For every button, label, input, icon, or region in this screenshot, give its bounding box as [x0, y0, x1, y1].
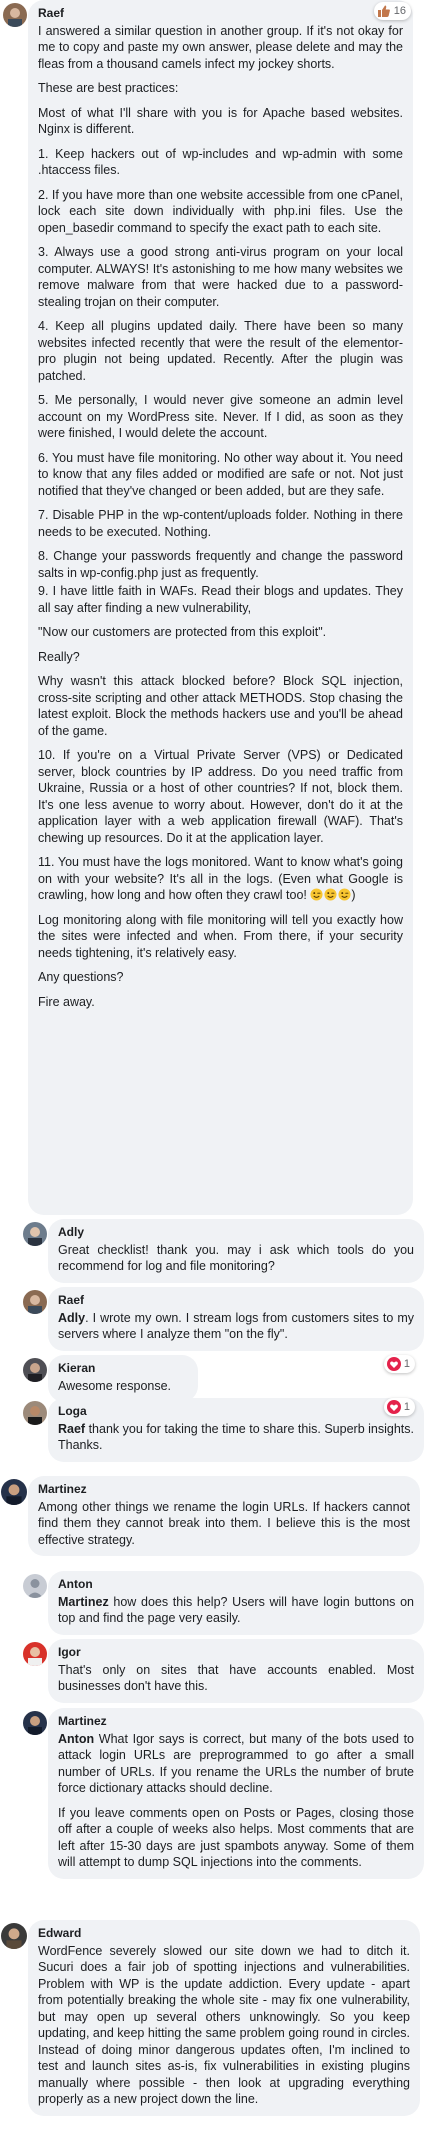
love-reaction-badge[interactable]: 1	[383, 1355, 415, 1373]
avatar[interactable]	[23, 1711, 47, 1735]
comment-paragraph: 5. Me personally, I would never give som…	[38, 393, 403, 441]
mention-link[interactable]: Raef	[58, 1422, 85, 1436]
comment-paragraph: "Now our customers are protected from th…	[38, 625, 327, 640]
comment-body: Adly. I wrote my own. I stream logs from…	[58, 1310, 414, 1343]
comment-author[interactable]: Edward	[38, 1926, 410, 1942]
comment-paragraph: Most of what I'll share with you is for …	[38, 105, 403, 137]
comment-author[interactable]: Martinez	[38, 1482, 410, 1498]
comment-bubble: Loga Raef thank you for taking the time …	[48, 1398, 424, 1462]
avatar[interactable]	[1, 1479, 27, 1505]
comment-paragraph: Really?	[38, 649, 80, 664]
comment-paragraph: Log monitoring along with file monitorin…	[38, 912, 403, 960]
mention-link[interactable]: Martinez	[58, 1595, 109, 1609]
avatar[interactable]	[23, 1401, 47, 1425]
wink-emoji-icon	[324, 888, 337, 901]
comment-paragraph-11: 11. You must have the logs monitored. Wa…	[38, 855, 403, 903]
wink-emoji-group	[310, 888, 351, 901]
thumbs-up-icon	[377, 5, 390, 17]
comment-bubble: Martinez Among other things we rename th…	[28, 1476, 420, 1557]
wink-emoji-icon	[338, 888, 351, 901]
comment-text: thank you for taking the time to share t…	[58, 1421, 414, 1453]
comment-author[interactable]: Martinez	[58, 1714, 414, 1730]
comment-text: . I wrote my own. I stream logs from cus…	[58, 1310, 414, 1342]
comment-paragraph: 6. You must have file monitoring. No oth…	[38, 450, 403, 498]
mention-link[interactable]: Adly	[58, 1311, 85, 1325]
comment-text: Awesome response.	[58, 1378, 172, 1393]
avatar[interactable]	[23, 1222, 47, 1246]
avatar[interactable]	[3, 3, 27, 27]
comment-author[interactable]: Raef	[58, 1293, 414, 1309]
comment-text: WordFence severely slowed our site down …	[38, 1943, 410, 2107]
comment-paragraph: 8. Change your passwords frequently and …	[38, 549, 403, 580]
comment-body: Raef thank you for taking the time to sh…	[58, 1421, 414, 1454]
comment-paragraph: Any questions?	[38, 970, 124, 985]
comment-paragraph: 3. Always use a good strong anti-virus p…	[38, 245, 403, 309]
wink-emoji-icon	[310, 888, 323, 901]
comment-paragraph: 9. I have little faith in WAFs. Read the…	[38, 584, 403, 615]
reaction-count: 16	[393, 4, 406, 17]
avatar[interactable]	[23, 1574, 47, 1598]
love-reaction-badge[interactable]: 1	[383, 1398, 415, 1416]
comment-text: That's only on sites that have accounts …	[58, 1662, 414, 1694]
comment-text: What Igor says is correct, but many of t…	[58, 1731, 414, 1796]
comment-paragraph: 10. If you're on a Virtual Private Serve…	[38, 748, 403, 845]
comment-paragraph: 7. Disable PHP in the wp-content/uploads…	[38, 508, 403, 539]
comment-bubble: Anton Martinez how does this help? Users…	[48, 1571, 424, 1635]
mention-link[interactable]: Anton	[58, 1732, 94, 1746]
comment-paragraph: I answered a similar question in another…	[38, 23, 403, 71]
heart-icon	[386, 1400, 401, 1414]
comment-paragraph: These are best practices:	[38, 81, 179, 96]
comment-paragraph: Why wasn't this attack blocked before? B…	[38, 674, 403, 738]
comment-text: Great checklist! thank you. may i ask wh…	[58, 1242, 414, 1274]
comment-bubble: Raef Adly. I wrote my own. I stream logs…	[48, 1287, 424, 1351]
comment-paragraph: 4. Keep all plugins updated daily. There…	[38, 319, 403, 383]
comment-bubble: Kieran Awesome response.	[48, 1355, 198, 1403]
avatar[interactable]	[23, 1358, 47, 1382]
comment-paragraph: 1. Keep hackers out of wp-includes and w…	[38, 146, 403, 178]
comment-bubble: Edward WordFence severely slowed our sit…	[28, 1920, 420, 2116]
comment-bubble: Raef I answered a similar question in an…	[28, 0, 413, 1215]
comment-author[interactable]: Adly	[58, 1225, 414, 1241]
reaction-count: 1	[403, 1400, 410, 1413]
comment-paragraph: 2. If you have more than one website acc…	[38, 187, 403, 235]
comment-paragraph: Fire away.	[38, 994, 95, 1009]
like-reaction-badge[interactable]: 16	[373, 2, 411, 20]
reaction-count: 1	[403, 1357, 410, 1370]
comment-author[interactable]: Raef	[38, 6, 403, 22]
avatar[interactable]	[23, 1290, 47, 1314]
comment-author[interactable]: Kieran	[58, 1361, 188, 1377]
comment-text: how does this help? Users will have logi…	[58, 1594, 414, 1626]
comment-body: Anton What Igor says is correct, but man…	[58, 1731, 414, 1797]
comment-body: Martinez how does this help? Users will …	[58, 1594, 414, 1627]
comment-bubble: Adly Great checklist! thank you. may i a…	[48, 1219, 424, 1283]
comment-author[interactable]: Loga	[58, 1404, 414, 1420]
comment-text: Among other things we rename the login U…	[38, 1499, 410, 1547]
heart-icon	[386, 1357, 401, 1371]
comment-bubble: Igor That's only on sites that have acco…	[48, 1639, 424, 1703]
comment-author[interactable]: Anton	[58, 1577, 414, 1593]
comment-author[interactable]: Igor	[58, 1645, 414, 1661]
comment-bubble: Martinez Anton What Igor says is correct…	[48, 1708, 424, 1879]
avatar[interactable]	[1, 1923, 27, 1949]
avatar[interactable]	[23, 1642, 47, 1666]
comment-text: If you leave comments open on Posts or P…	[58, 1805, 414, 1870]
